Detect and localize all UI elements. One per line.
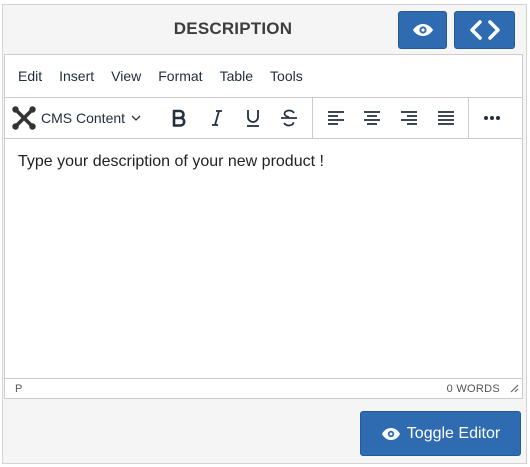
align-center-icon (364, 111, 380, 125)
more-button[interactable] (476, 102, 508, 134)
cms-content-dropdown[interactable]: CMS Content (11, 102, 159, 134)
rich-text-editor: Edit Insert View Format Table Tools CMS … (4, 54, 523, 399)
bold-icon (172, 109, 186, 127)
editor-menubar: Edit Insert View Format Table Tools (5, 55, 522, 97)
preview-button[interactable] (398, 11, 447, 49)
toggle-editor-button[interactable]: Toggle Editor (360, 411, 521, 456)
editor-statusbar: P 0 WORDS (5, 378, 522, 398)
bold-button[interactable] (163, 102, 195, 134)
editor-toolbar: CMS Content (5, 97, 522, 139)
align-right-icon (401, 111, 417, 125)
code-icon (469, 20, 500, 40)
more-icon (484, 116, 500, 120)
align-justify-icon (438, 111, 454, 125)
eye-icon (381, 427, 400, 440)
panel-header: DESCRIPTION (3, 5, 526, 53)
toolbar-separator (312, 98, 313, 138)
menu-edit[interactable]: Edit (18, 68, 42, 84)
menu-insert[interactable]: Insert (59, 68, 94, 84)
align-right-button[interactable] (393, 102, 425, 134)
align-center-button[interactable] (356, 102, 388, 134)
toggle-editor-label: Toggle Editor (406, 424, 501, 442)
code-view-button[interactable] (454, 11, 515, 49)
cms-content-label: CMS Content (41, 110, 126, 126)
underline-icon (247, 110, 259, 127)
strikethrough-button[interactable] (273, 102, 305, 134)
eye-icon (412, 24, 433, 36)
panel-title: DESCRIPTION (173, 19, 293, 38)
resize-handle-icon[interactable] (510, 384, 519, 393)
word-count[interactable]: 0 WORDS (447, 383, 500, 395)
menu-format[interactable]: Format (158, 68, 202, 84)
italic-icon (212, 110, 222, 126)
chevron-down-icon (131, 115, 141, 121)
editor-content-text: Type your description of your new produc… (18, 153, 324, 170)
align-left-icon (328, 111, 344, 125)
description-panel: DESCRIPTION Edit Insert View Format Tabl… (2, 4, 527, 464)
element-path[interactable]: P (15, 383, 22, 395)
toolbar-separator (468, 98, 469, 138)
joomla-logo-icon (12, 106, 36, 130)
italic-button[interactable] (201, 102, 233, 134)
align-justify-button[interactable] (430, 102, 462, 134)
underline-button[interactable] (237, 102, 269, 134)
menu-tools[interactable]: Tools (270, 68, 303, 84)
align-left-button[interactable] (320, 102, 352, 134)
menu-view[interactable]: View (111, 68, 141, 84)
menu-table[interactable]: Table (220, 68, 253, 84)
strikethrough-icon (281, 109, 297, 127)
editor-content-area[interactable]: Type your description of your new produc… (5, 139, 522, 379)
